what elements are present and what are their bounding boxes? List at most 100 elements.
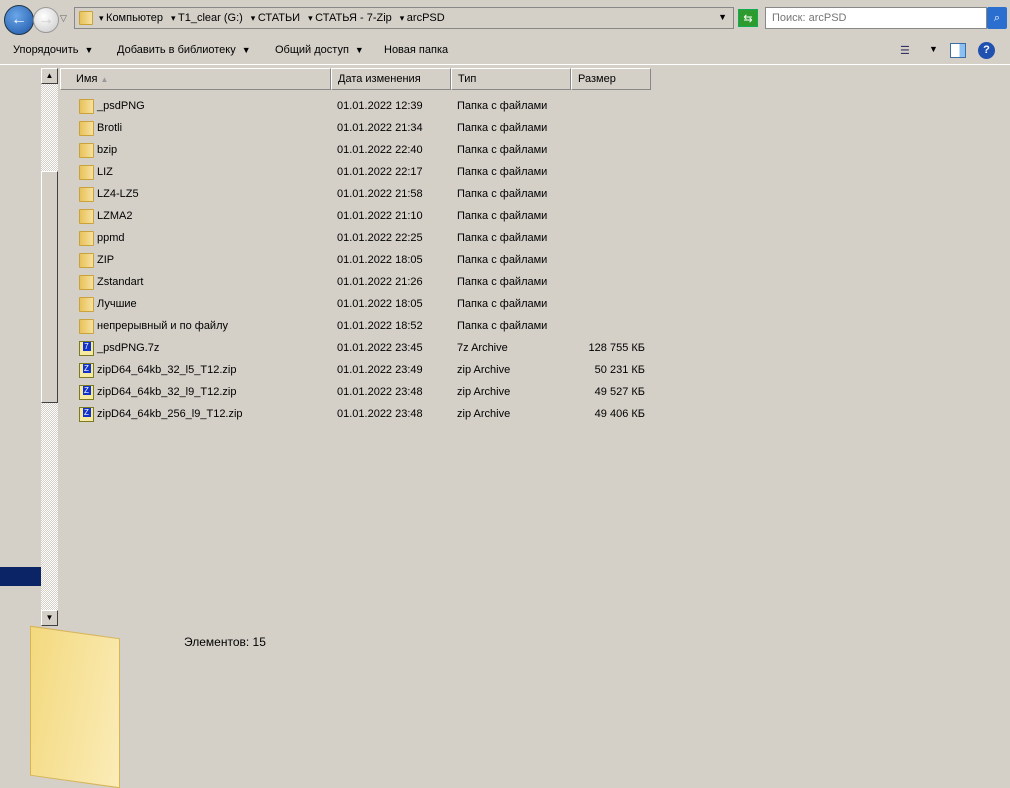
file-row[interactable]: bzip 01.01.2022 22:40 Папка с файлами xyxy=(75,142,655,162)
help-icon[interactable]: ? xyxy=(978,42,995,59)
file-type: Папка с файлами xyxy=(457,232,548,244)
column-date-label: Дата изменения xyxy=(338,73,421,85)
file-name: LIZ xyxy=(97,166,113,178)
file-type: Папка с файлами xyxy=(457,320,548,332)
organize-button[interactable]: Упорядочить ▼ xyxy=(13,44,93,56)
preview-pane-icon[interactable] xyxy=(950,43,966,58)
folder-icon xyxy=(79,11,93,25)
recent-pages-dropdown[interactable]: ▽ xyxy=(60,13,67,24)
view-dropdown-icon[interactable]: ▼ xyxy=(929,44,938,54)
breadcrumb-drive[interactable]: T1_clear (G:) xyxy=(171,12,243,24)
file-type: 7z Archive xyxy=(457,342,508,354)
chevron-down-icon: ▼ xyxy=(354,45,364,55)
share-button[interactable]: Общий доступ ▼ xyxy=(275,44,364,56)
chevron-down-icon: ▼ xyxy=(84,45,94,55)
file-name: zipD64_64kb_32_l5_T12.zip xyxy=(97,364,237,376)
new-folder-label: Новая папка xyxy=(384,44,449,56)
arrow-right-icon: → xyxy=(38,11,54,28)
address-bar[interactable]: Компьютер T1_clear (G:) СТАТЬИ СТАТЬЯ - … xyxy=(74,7,734,29)
file-name: bzip xyxy=(97,144,118,156)
file-name: LZMA2 xyxy=(97,210,133,222)
file-row[interactable]: непрерывный и по файлу 01.01.2022 18:52 Па… xyxy=(75,318,655,338)
file-row[interactable]: 7 _psdPNG.7z 01.01.2022 23:45 7z Archive 128… xyxy=(75,340,655,360)
column-header-type[interactable]: Тип xyxy=(451,68,571,90)
scroll-down-button[interactable]: ▼ xyxy=(41,610,58,626)
folder-icon xyxy=(79,143,94,158)
zip-archive-icon: Z xyxy=(79,407,94,422)
column-header-size[interactable]: Размер xyxy=(571,68,651,90)
nav-pane-scrollbar[interactable]: ▲ ▼ xyxy=(41,68,58,626)
file-row[interactable]: Zstandart 01.01.2022 21:26 Папка с файлами xyxy=(75,274,655,294)
refresh-button[interactable]: ⇆ xyxy=(738,9,758,27)
breadcrumb-articles[interactable]: СТАТЬИ xyxy=(251,12,300,24)
file-date: 01.01.2022 21:10 xyxy=(337,210,423,222)
scroll-up-button[interactable]: ▲ xyxy=(41,68,58,84)
folder-icon xyxy=(79,253,94,268)
folder-icon xyxy=(79,275,94,290)
file-row[interactable]: Brotli 01.01.2022 21:34 Папка с файлами xyxy=(75,120,655,140)
7z-archive-icon: 7 xyxy=(79,341,94,356)
back-button[interactable]: ← xyxy=(4,5,34,35)
nav-pane-selected-item[interactable] xyxy=(0,567,41,586)
file-row[interactable]: _psdPNG 01.01.2022 12:39 Папка с файлами xyxy=(75,98,655,118)
search-icon: ⌕ xyxy=(993,12,1001,24)
view-options-icon[interactable]: ☰ xyxy=(900,44,910,57)
breadcrumb-arcpsd[interactable]: arcPSD xyxy=(400,12,445,24)
search-input[interactable] xyxy=(765,7,987,29)
file-type: Папка с файлами xyxy=(457,166,548,178)
column-header-date[interactable]: Дата изменения xyxy=(331,68,451,90)
folder-icon xyxy=(79,209,94,224)
file-name: Zstandart xyxy=(97,276,144,288)
breadcrumb-article-7zip[interactable]: СТАТЬЯ - 7-Zip xyxy=(308,12,392,24)
file-type: Папка с файлами xyxy=(457,298,548,310)
file-type: Папка с файлами xyxy=(457,188,548,200)
column-type-label: Тип xyxy=(458,73,477,85)
file-name: ppmd xyxy=(97,232,125,244)
file-size: 50 231 КБ xyxy=(594,364,645,376)
file-type: zip Archive xyxy=(457,386,511,398)
file-row[interactable]: ZzipD64_64kb_32_l5_T12.zip 01.01.2022 23:… xyxy=(75,362,655,382)
file-date: 01.01.2022 18:05 xyxy=(337,298,423,310)
address-history-dropdown[interactable]: ▼ xyxy=(718,12,727,22)
column-header-name[interactable]: Имя ▲ xyxy=(60,68,331,90)
file-name: непрерывный и по файлу xyxy=(97,320,228,332)
refresh-icon: ⇆ xyxy=(743,13,753,25)
file-row[interactable]: ZzipD64_64kb_256_l9_T12.zip 01.01.2022 23… xyxy=(75,406,655,426)
sort-ascending-icon: ▲ xyxy=(100,75,109,84)
folder-icon xyxy=(79,121,94,136)
file-date: 01.01.2022 23:45 xyxy=(337,342,423,354)
share-label: Общий доступ xyxy=(275,44,349,56)
add-to-library-button[interactable]: Добавить в библиотеку ▼ xyxy=(117,44,251,56)
breadcrumb-computer[interactable]: Компьютер xyxy=(99,12,163,24)
add-library-label: Добавить в библиотеку xyxy=(117,44,236,56)
file-date: 01.01.2022 21:26 xyxy=(337,276,423,288)
scrollbar-thumb[interactable] xyxy=(41,171,58,403)
file-type: zip Archive xyxy=(457,408,511,420)
large-folder-icon xyxy=(30,625,120,788)
file-type: Папка с файлами xyxy=(457,210,548,222)
new-folder-button[interactable]: Новая папка xyxy=(384,44,448,56)
file-name: Brotli xyxy=(97,122,123,134)
folder-icon xyxy=(79,165,94,180)
folder-icon xyxy=(79,99,94,114)
search-button[interactable]: ⌕ xyxy=(987,7,1007,29)
zip-archive-icon: Z xyxy=(79,385,94,400)
file-type: Папка с файлами xyxy=(457,254,548,266)
file-type: zip Archive xyxy=(457,364,511,376)
forward-button[interactable]: → xyxy=(33,7,59,33)
file-row[interactable]: ZzipD64_64kb_32_l9_T12.zip 01.01.2022 23:… xyxy=(75,384,655,404)
file-row[interactable]: ppmd 01.01.2022 22:25 Папка с файлами xyxy=(75,230,655,250)
file-type: Папка с файлами xyxy=(457,276,548,288)
file-row[interactable]: LZMA2 01.01.2022 21:10 Папка с файлами xyxy=(75,208,655,228)
file-date: 01.01.2022 22:40 xyxy=(337,144,423,156)
chevron-down-icon: ▼ xyxy=(241,45,251,55)
file-row[interactable]: Лучшие 01.01.2022 18:05 Папка с файлами xyxy=(75,296,655,316)
file-name: LZ4-LZ5 xyxy=(97,188,139,200)
file-row[interactable]: LIZ 01.01.2022 22:17 Папка с файлами xyxy=(75,164,655,184)
file-name: zipD64_64kb_32_l9_T12.zip xyxy=(97,386,237,398)
file-type: Папка с файлами xyxy=(457,100,548,112)
file-row[interactable]: LZ4-LZ5 01.01.2022 21:58 Папка с файлами xyxy=(75,186,655,206)
file-date: 01.01.2022 21:58 xyxy=(337,188,423,200)
file-name: zipD64_64kb_256_l9_T12.zip xyxy=(97,408,243,420)
file-row[interactable]: ZIP 01.01.2022 18:05 Папка с файлами xyxy=(75,252,655,272)
